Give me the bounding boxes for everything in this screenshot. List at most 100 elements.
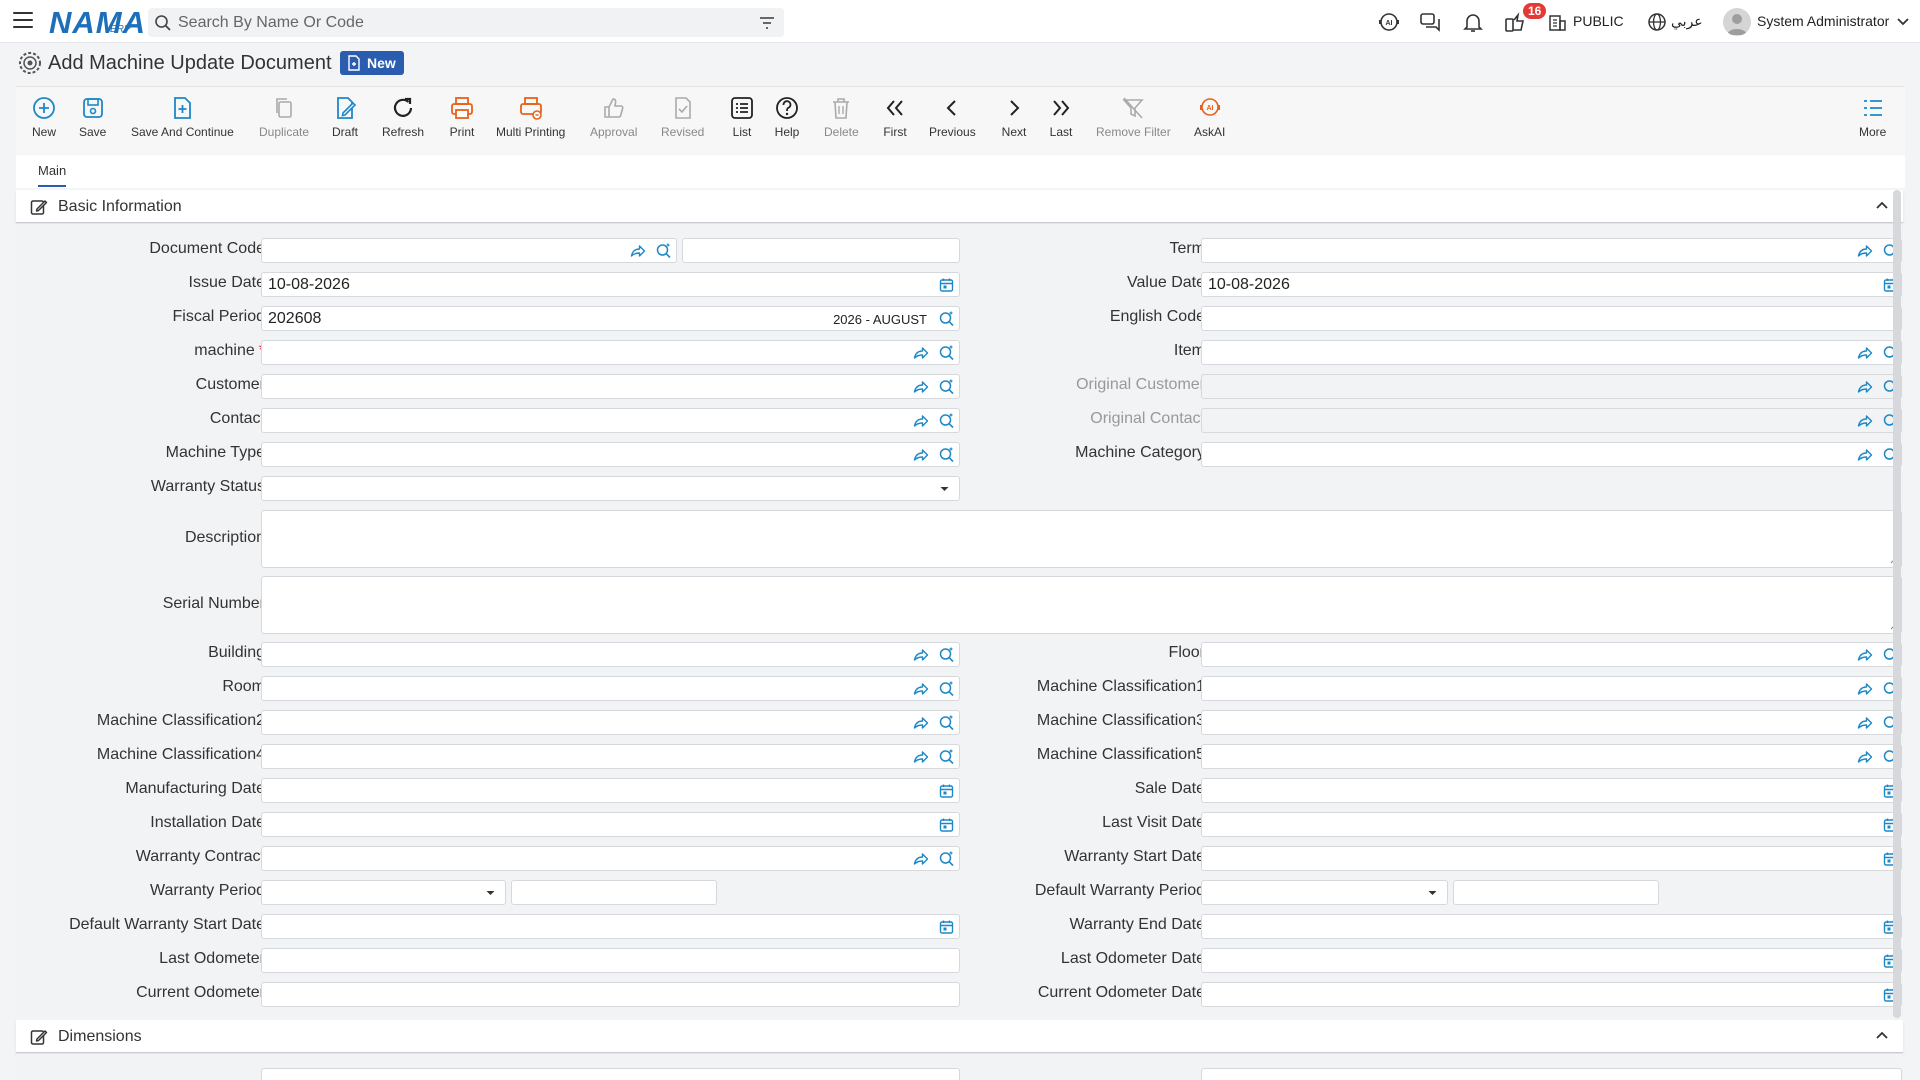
menu-icon[interactable] [13,12,33,30]
go-icon[interactable] [912,749,929,765]
default-warranty-start-date-field[interactable] [261,914,960,939]
first-button[interactable]: First [882,95,908,139]
draft-button[interactable]: Draft [332,95,358,139]
go-icon[interactable] [1856,681,1873,697]
chat-icon[interactable] [1418,10,1442,34]
default-warranty-period-value-field[interactable] [1453,880,1659,905]
warranty-status-select[interactable] [261,476,960,501]
more-button[interactable]: More [1859,95,1886,139]
go-icon[interactable] [1856,715,1873,731]
building-field[interactable] [261,642,960,667]
machine-classification5-field[interactable] [1201,744,1902,769]
calendar-icon[interactable] [938,277,955,293]
sale-date-field[interactable] [1201,778,1902,803]
contact-field[interactable] [261,408,960,433]
warranty-period-value-field[interactable] [511,880,717,905]
machine-classification1-field[interactable] [1201,676,1902,701]
description-textarea[interactable] [261,510,1902,568]
go-icon[interactable] [1856,345,1873,361]
machine-field[interactable] [261,340,960,365]
warranty-start-date-field[interactable] [1201,846,1902,871]
language-switch[interactable]: عربي [1671,13,1703,30]
machine-classification2-field[interactable] [261,710,960,735]
bell-icon[interactable] [1461,10,1485,34]
value-date-field[interactable]: 10-08-2026 [1201,272,1902,297]
term-field[interactable] [1201,238,1902,263]
serial-number-textarea[interactable] [261,576,1902,634]
go-icon[interactable] [1856,243,1873,259]
next-button[interactable]: Next [1001,95,1027,139]
tab-main[interactable]: Main [38,163,67,187]
duplicate-button[interactable]: Duplicate [259,95,309,139]
go-icon[interactable] [1856,749,1873,765]
calendar-icon[interactable] [938,783,955,799]
section-dimensions[interactable]: Dimensions [16,1020,1903,1053]
dimensions-field-left[interactable] [261,1068,960,1080]
room-field[interactable] [261,676,960,701]
remove-filter-button[interactable]: Remove Filter [1096,95,1171,139]
go-icon[interactable] [1856,379,1873,395]
floor-field[interactable] [1201,642,1902,667]
default-warranty-period-unit-select[interactable] [1201,880,1448,905]
section-basic-information[interactable]: Basic Information [16,190,1903,223]
warranty-period-unit-select[interactable] [261,880,506,905]
last-odometer-date-field[interactable] [1201,948,1902,973]
go-icon[interactable] [912,681,929,697]
save-button[interactable]: Save [79,95,106,139]
filter-icon[interactable] [758,15,776,31]
search-icon[interactable] [938,715,955,731]
machine-classification4-field[interactable] [261,744,960,769]
go-icon[interactable] [1856,647,1873,663]
search-icon[interactable] [938,413,955,429]
search-icon[interactable] [938,851,955,867]
form-scrollbar[interactable] [1893,190,1901,1018]
go-icon[interactable] [912,447,929,463]
machine-type-field[interactable] [261,442,960,467]
go-icon[interactable] [629,243,646,259]
search-icon[interactable] [938,647,955,663]
help-button[interactable]: Help [774,95,800,139]
list-button[interactable]: List [729,95,755,139]
go-icon[interactable] [1856,413,1873,429]
go-icon[interactable] [912,851,929,867]
go-icon[interactable] [912,647,929,663]
search-icon[interactable] [938,379,955,395]
last-odometer-field[interactable] [261,948,960,973]
askai-button[interactable]: AI AskAI [1194,95,1225,139]
fiscal-period-field[interactable]: 202608 2026 - AUGUST [261,306,960,331]
current-odometer-field[interactable] [261,982,960,1007]
customer-field[interactable] [261,374,960,399]
calendar-icon[interactable] [938,817,955,833]
company-name[interactable]: PUBLIC [1573,13,1624,29]
go-icon[interactable] [912,413,929,429]
search-icon[interactable] [655,243,672,259]
new-button[interactable]: New [31,95,57,139]
revised-button[interactable]: Revised [661,95,704,139]
previous-button[interactable]: Previous [929,95,976,139]
search-input[interactable] [178,8,738,37]
last-button[interactable]: Last [1048,95,1074,139]
dimensions-field-right[interactable] [1201,1068,1902,1080]
search-icon[interactable] [938,749,955,765]
issue-date-field[interactable]: 10-08-2026 [261,272,960,297]
manufacturing-date-field[interactable] [261,778,960,803]
avatar[interactable] [1723,8,1751,36]
last-visit-date-field[interactable] [1201,812,1902,837]
delete-button[interactable]: Delete [824,95,859,139]
chevron-down-icon[interactable] [1896,15,1910,29]
machine-classification3-field[interactable] [1201,710,1902,735]
refresh-button[interactable]: Refresh [382,95,424,139]
warranty-end-date-field[interactable] [1201,914,1902,939]
go-icon[interactable] [912,379,929,395]
warranty-contract-field[interactable] [261,846,960,871]
chevron-up-icon[interactable] [1875,1030,1889,1040]
chevron-up-icon[interactable] [1875,200,1889,210]
search-icon[interactable] [938,345,955,361]
askai-icon[interactable]: AI [1377,10,1401,34]
approval-button[interactable]: Approval [590,95,637,139]
search-icon[interactable] [938,311,955,327]
current-odometer-date-field[interactable] [1201,982,1902,1007]
save-and-continue-button[interactable]: Save And Continue [131,95,234,139]
machine-category-field[interactable] [1201,442,1902,467]
english-code-field[interactable] [1201,306,1902,331]
